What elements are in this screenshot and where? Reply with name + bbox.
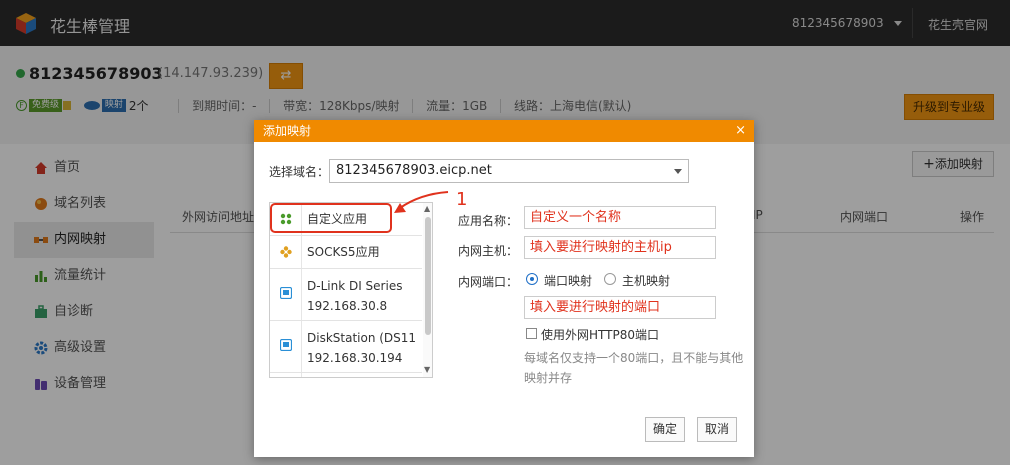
app-item-dlink[interactable]: D-Link DI Series 192.168.30.8 xyxy=(270,269,422,321)
socks5-icon xyxy=(280,246,292,258)
host-label: 内网主机： xyxy=(458,244,519,258)
http80-checkbox[interactable] xyxy=(526,328,537,339)
domain-label: 选择域名： xyxy=(269,165,330,179)
device-icon xyxy=(280,287,292,299)
close-icon[interactable]: × xyxy=(735,120,746,142)
ok-button[interactable]: 确定 xyxy=(645,417,685,442)
hint-text: 每域名仅支持一个80端口，且不能与其他映射并存 xyxy=(524,351,744,385)
app-item-diskstation[interactable]: DiskStation (DS11 192.168.30.194 xyxy=(270,321,422,373)
scroll-down-icon[interactable]: ▼ xyxy=(424,365,430,374)
app-item-socks5[interactable]: SOCKS5应用 xyxy=(270,236,422,269)
http80-label: 使用外网HTTP80端口 xyxy=(541,328,659,342)
cancel-button[interactable]: 取消 xyxy=(697,417,737,442)
app-name-input[interactable]: 自定义一个名称 xyxy=(524,206,716,229)
device-icon xyxy=(280,339,292,351)
app-name: SOCKS5应用 xyxy=(307,245,380,259)
annotation-arrow-icon xyxy=(394,191,449,213)
host-input[interactable]: 填入要进行映射的主机ip xyxy=(524,236,716,259)
dialog-title: 添加映射 xyxy=(263,124,312,138)
scrollbar-thumb[interactable] xyxy=(425,217,431,335)
radio-host-label: 主机映射 xyxy=(622,274,671,288)
domain-value: 812345678903.eicp.net xyxy=(336,163,492,178)
radio-host-mapping[interactable] xyxy=(604,273,616,285)
port-label: 内网端口： xyxy=(458,275,519,289)
dialog-header: 添加映射 × xyxy=(254,120,754,142)
selection-highlight xyxy=(270,203,392,233)
radio-port-mapping[interactable] xyxy=(526,273,538,285)
app-ip: 192.168.30.8 xyxy=(307,299,388,313)
app-ip: 192.168.30.194 xyxy=(307,351,403,365)
port-input[interactable]: 填入要进行映射的端口 xyxy=(524,296,716,319)
app-name: DiskStation (DS11 xyxy=(307,331,417,345)
radio-port-label: 端口映射 xyxy=(544,274,593,288)
domain-select[interactable]: 812345678903.eicp.net xyxy=(329,159,689,183)
app-name: D-Link DI Series xyxy=(307,279,403,293)
chevron-down-icon xyxy=(674,169,682,174)
app-name-label: 应用名称： xyxy=(458,214,519,228)
annotation-number: 1 xyxy=(456,189,468,210)
add-mapping-dialog: 添加映射 × 选择域名： 812345678903.eicp.net 自定义应用… xyxy=(254,120,754,457)
